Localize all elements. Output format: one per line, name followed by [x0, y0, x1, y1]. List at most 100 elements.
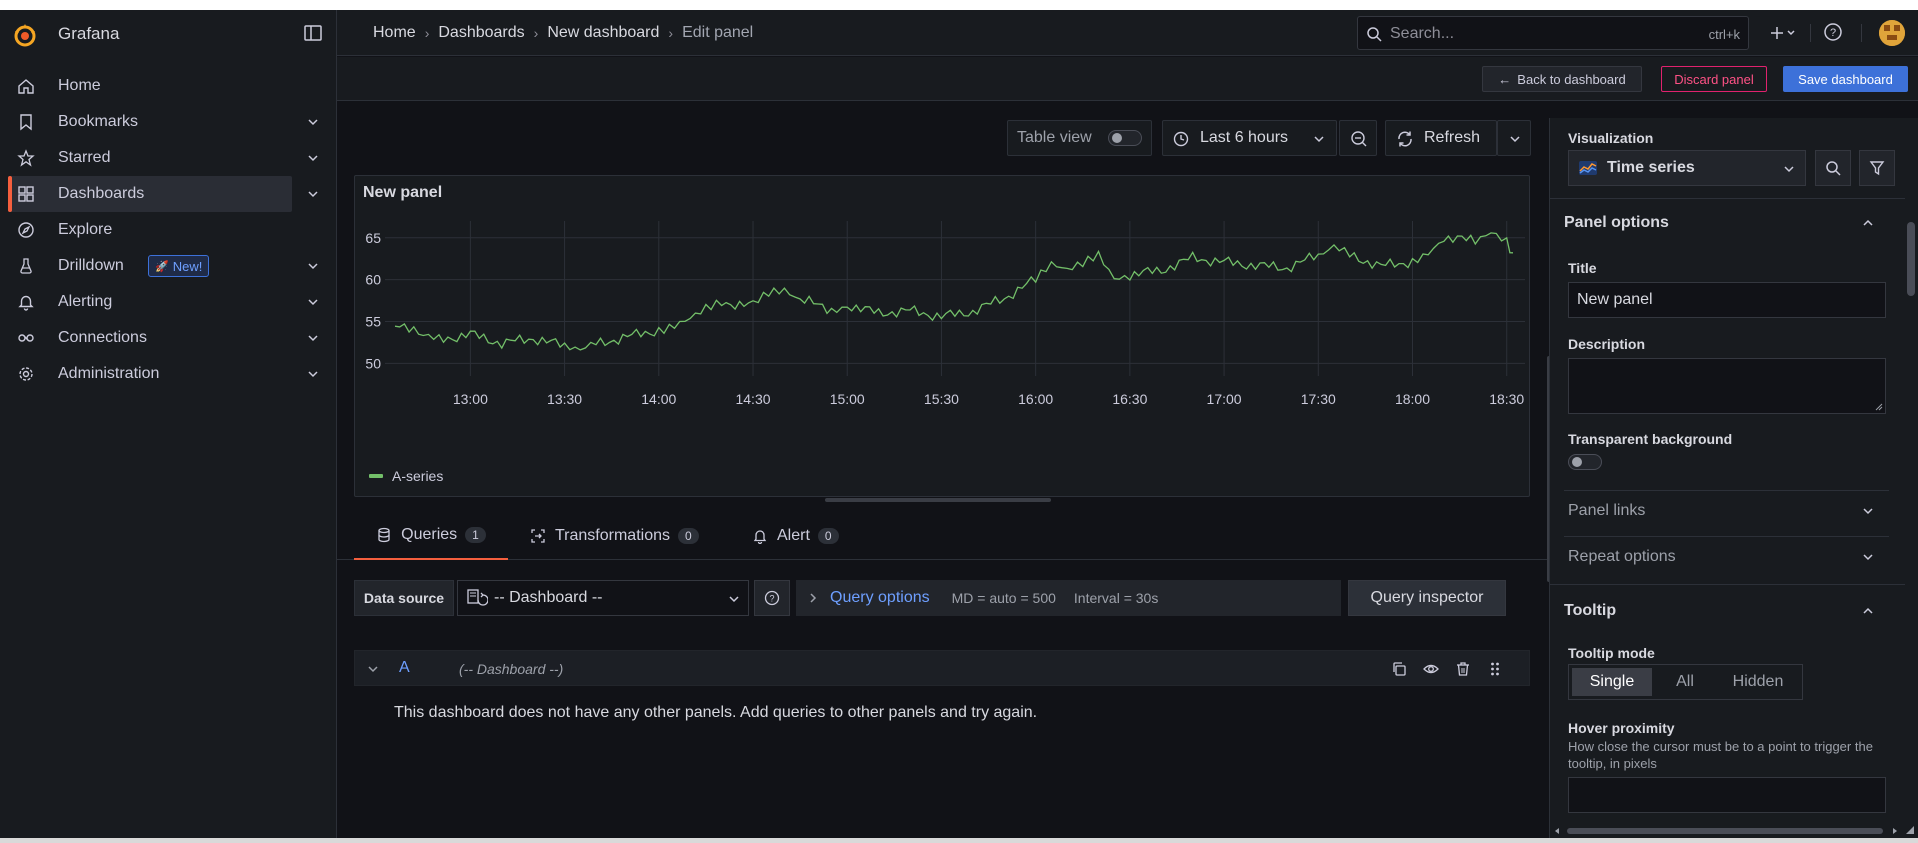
chevron-down-icon[interactable]: [307, 188, 319, 200]
panel-preview[interactable]: New panel 50 55 60 65 13:00 13:30 14:00 14:30 15…: [354, 175, 1530, 497]
options-vertical-scrollbar[interactable]: [1907, 208, 1915, 818]
filter-options-button[interactable]: [1859, 150, 1895, 186]
avatar[interactable]: [1879, 20, 1905, 46]
pane-divider: [1550, 584, 1905, 585]
chevron-down-icon[interactable]: [307, 296, 319, 308]
database-icon: [378, 527, 390, 543]
x-tick-label: 15:30: [924, 391, 959, 407]
breadcrumb-new-dashboard[interactable]: New dashboard: [547, 24, 659, 42]
description-textarea[interactable]: [1568, 358, 1886, 414]
filter-icon: [1869, 161, 1885, 176]
chevron-down-icon: [1863, 554, 1873, 561]
discard-panel-button[interactable]: Discard panel: [1661, 66, 1767, 92]
search-icon: [1826, 161, 1841, 176]
window-bottom-strip: [0, 838, 1918, 843]
time-range-picker[interactable]: Last 6 hours: [1162, 120, 1337, 156]
eye-icon[interactable]: [1423, 661, 1439, 677]
sidebar-item-starred[interactable]: Starred: [0, 140, 337, 176]
query-options-toggle[interactable]: Query options MD = auto = 500 Interval =…: [796, 580, 1341, 616]
back-to-dashboard-button[interactable]: ← Back to dashboard: [1482, 66, 1642, 92]
description-field-label: Description: [1568, 336, 1646, 352]
hover-proximity-label: Hover proximity: [1568, 720, 1675, 736]
search-input[interactable]: Search... ctrl+k: [1357, 16, 1749, 50]
breadcrumb-edit-panel: Edit panel: [682, 24, 754, 41]
chevron-down-icon[interactable]: [307, 260, 319, 272]
sidebar-item-dashboards[interactable]: Dashboards: [0, 176, 337, 212]
query-ref-id[interactable]: A: [399, 659, 410, 677]
breadcrumb-home[interactable]: Home: [373, 24, 416, 42]
chevron-down-icon[interactable]: [307, 332, 319, 344]
refresh-button[interactable]: Refresh: [1385, 120, 1497, 156]
sidebar-item-explore[interactable]: Explore: [0, 212, 337, 248]
table-view-toggle[interactable]: Table view: [1007, 120, 1152, 156]
visualization-picker[interactable]: Time series: [1568, 150, 1806, 186]
x-tick-label: 17:00: [1207, 391, 1242, 407]
breadcrumb: Home › Dashboards › New dashboard › Edit…: [373, 24, 753, 42]
query-row-a[interactable]: A (-- Dashboard --): [354, 650, 1530, 686]
legend-series-name[interactable]: A-series: [392, 468, 443, 484]
table-view-label: Table view: [1017, 129, 1092, 146]
chevron-down-icon[interactable]: [367, 663, 379, 675]
scroll-left-icon[interactable]: [1553, 827, 1561, 835]
options-horizontal-scrollbar[interactable]: [1549, 826, 1917, 836]
scrollbar-thumb[interactable]: [1907, 222, 1915, 296]
grafana-logo-icon[interactable]: [12, 22, 38, 48]
edit-panel-toolbar: ← Back to dashboard Discard panel Save d…: [337, 57, 1918, 101]
sidebar-item-drilldown[interactable]: Drilldown 🚀 New!: [0, 248, 337, 284]
tooltip-mode-hidden[interactable]: Hidden: [1718, 668, 1798, 696]
search-options-button[interactable]: [1815, 150, 1851, 186]
group-divider: [1564, 490, 1889, 491]
tooltip-header[interactable]: Tooltip: [1550, 592, 1905, 630]
svg-text:?: ?: [769, 594, 774, 604]
panel-options-header[interactable]: Panel options: [1550, 204, 1905, 242]
data-source-picker[interactable]: -- Dashboard --: [457, 580, 749, 616]
sidebar-item-connections[interactable]: Connections: [0, 320, 337, 356]
repeat-options-header[interactable]: Repeat options: [1550, 538, 1905, 576]
panel-links-header[interactable]: Panel links: [1550, 492, 1905, 530]
save-dashboard-button[interactable]: Save dashboard: [1783, 66, 1908, 92]
question-circle-icon: ?: [764, 590, 780, 606]
duplicate-icon[interactable]: [1391, 661, 1407, 677]
zoom-out-button[interactable]: [1339, 120, 1377, 156]
time-series-chart[interactable]: 50 55 60 65 13:00 13:30 14:00 14:30 15:00 15:30 16…: [355, 176, 1531, 466]
tab-transformations[interactable]: Transformations 0: [530, 512, 699, 560]
panel-options-title: Panel options: [1564, 214, 1669, 231]
sidebar-item-administration[interactable]: Administration: [0, 356, 337, 392]
sidebar-item-label: Administration: [58, 365, 160, 382]
refresh-interval-dropdown[interactable]: [1497, 120, 1531, 156]
sidebar-item-home[interactable]: Home: [0, 68, 337, 104]
tab-alert[interactable]: Alert 0: [752, 512, 839, 560]
chevron-down-icon[interactable]: [307, 152, 319, 164]
sidebar-item-alerting[interactable]: Alerting: [0, 284, 337, 320]
dock-menu-icon[interactable]: [303, 24, 323, 42]
tooltip-mode-single[interactable]: Single: [1572, 668, 1652, 696]
chevron-down-icon[interactable]: [307, 116, 319, 128]
sidebar-item-bookmarks[interactable]: Bookmarks: [0, 104, 337, 140]
tooltip-mode-label: Tooltip mode: [1568, 645, 1655, 661]
x-tick-label: 13:30: [547, 391, 582, 407]
breadcrumb-separator-icon: ›: [533, 25, 539, 41]
sidebar: Grafana Home Bookmarks Starred Dashboards Ex…: [0, 10, 337, 838]
tab-queries[interactable]: Queries 1: [354, 512, 508, 560]
chevron-down-icon[interactable]: [307, 368, 319, 380]
breadcrumb-dashboards[interactable]: Dashboards: [438, 24, 524, 42]
scrollbar-thumb[interactable]: [1567, 828, 1883, 834]
sidebar-item-label: Drilldown: [58, 257, 124, 274]
data-source-help-button[interactable]: ?: [754, 580, 790, 616]
scroll-right-icon[interactable]: [1891, 827, 1899, 835]
table-view-switch[interactable]: [1108, 130, 1142, 146]
query-inspector-button[interactable]: Query inspector: [1348, 580, 1506, 616]
chevron-down-icon: [1314, 136, 1324, 143]
panel-resize-handle[interactable]: [825, 498, 1051, 502]
query-options-interval: Interval = 30s: [1073, 590, 1159, 606]
transparent-background-switch[interactable]: [1568, 454, 1602, 470]
x-tick-label: 14:00: [641, 391, 676, 407]
chevron-down-icon: [729, 596, 739, 603]
drag-handle-icon[interactable]: [1487, 661, 1503, 677]
tooltip-mode-all[interactable]: All: [1652, 668, 1718, 696]
trash-icon[interactable]: [1455, 661, 1471, 677]
hover-proximity-input[interactable]: [1568, 777, 1886, 813]
title-input[interactable]: New panel: [1568, 282, 1886, 318]
help-icon[interactable]: ?: [1823, 22, 1843, 42]
new-menu-icon[interactable]: [1765, 20, 1801, 46]
